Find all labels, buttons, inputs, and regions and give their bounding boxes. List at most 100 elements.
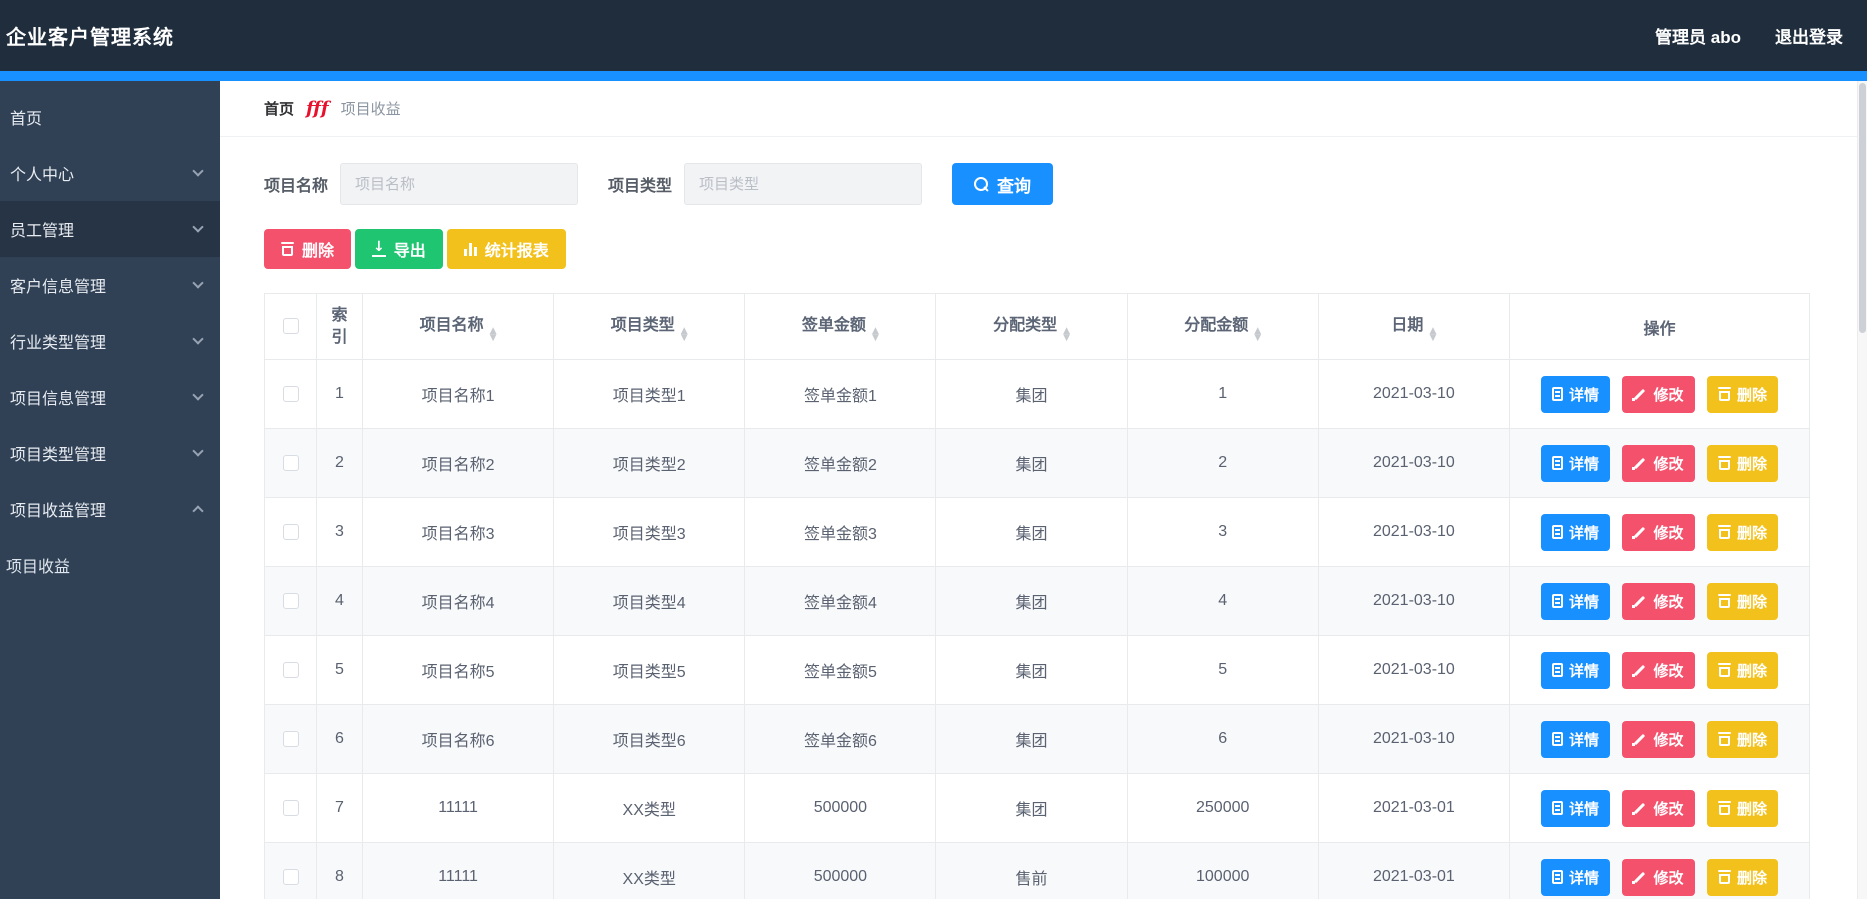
scrollbar-thumb[interactable] (1859, 83, 1866, 333)
column-header[interactable]: 项目名称 (361, 293, 555, 360)
row-delete-button-label: 删除 (1736, 455, 1767, 473)
bulk-delete-button[interactable]: 删除 (264, 229, 352, 269)
cell-sign-amount: 签单金额4 (744, 566, 937, 636)
accent-strip (0, 71, 1867, 81)
row-delete-button-label: 删除 (1736, 386, 1767, 404)
edit-button-label: 修改 (1653, 731, 1684, 749)
column-header-label: 操作 (1643, 320, 1676, 338)
sidebar-item-客户信息管理[interactable]: 客户信息管理 (0, 257, 220, 313)
column-header[interactable]: 分配金额 (1126, 293, 1319, 360)
edit-button[interactable]: 修改 (1622, 858, 1695, 896)
report-button[interactable]: 统计报表 (446, 229, 566, 269)
cell-sign-amount: 500000 (744, 842, 937, 899)
edit-button[interactable]: 修改 (1622, 513, 1695, 551)
cell-project-type: 项目类型2 (553, 428, 746, 498)
column-header[interactable]: 操作 (1509, 293, 1810, 360)
row-checkbox[interactable] (282, 592, 299, 609)
column-header[interactable]: 项目类型 (553, 293, 746, 360)
cell-date: 2021-03-10 (1317, 704, 1511, 774)
cell-project-type: 项目类型1 (553, 359, 746, 429)
project-name-input[interactable] (340, 163, 579, 205)
row-checkbox[interactable] (282, 385, 299, 402)
chevron-down-icon (192, 445, 204, 457)
cell-project-type: 项目类型5 (553, 635, 746, 705)
sort-icon[interactable] (681, 328, 688, 342)
edit-button[interactable]: 修改 (1622, 789, 1695, 827)
detail-button-label: 详情 (1569, 524, 1600, 542)
row-delete-button[interactable]: 删除 (1706, 651, 1778, 689)
cell-project-type: 项目类型4 (553, 566, 746, 636)
sidebar-item-首页[interactable]: 首页 (0, 89, 220, 145)
row-select-cell (264, 773, 317, 843)
column-header-label: 分配类型 (993, 317, 1058, 334)
row-delete-button[interactable]: 删除 (1706, 513, 1778, 551)
row-delete-button-label: 删除 (1736, 800, 1767, 818)
cell-date: 2021-03-10 (1317, 635, 1511, 705)
column-header-label: 项目类型 (610, 317, 675, 334)
project-type-input[interactable] (684, 163, 923, 205)
cell-sign-amount: 签单金额6 (744, 704, 937, 774)
sort-icon[interactable] (490, 328, 497, 342)
sidebar-item-项目收益[interactable]: 项目收益 (0, 537, 220, 593)
select-all-checkbox[interactable] (282, 318, 299, 335)
sidebar-item-行业类型管理[interactable]: 行业类型管理 (0, 313, 220, 369)
detail-button-label: 详情 (1569, 869, 1600, 887)
cell-sign-amount: 签单金额2 (744, 428, 937, 498)
edit-button[interactable]: 修改 (1622, 444, 1695, 482)
sort-icon[interactable] (1063, 328, 1070, 342)
page-scrollbar[interactable] (1857, 81, 1867, 899)
sort-icon[interactable] (1429, 328, 1436, 342)
edit-button[interactable]: 修改 (1622, 651, 1695, 689)
sort-icon[interactable] (1254, 328, 1261, 342)
detail-button[interactable]: 详情 (1541, 651, 1611, 689)
sidebar-item-label: 项目收益 (6, 559, 71, 576)
row-checkbox[interactable] (282, 661, 299, 678)
user-menu[interactable]: 管理员 abo (1655, 23, 1741, 48)
row-checkbox[interactable] (282, 523, 299, 540)
detail-button[interactable]: 详情 (1541, 513, 1611, 551)
detail-button[interactable]: 详情 (1541, 720, 1611, 758)
row-checkbox[interactable] (282, 799, 299, 816)
detail-button[interactable]: 详情 (1541, 789, 1611, 827)
detail-button[interactable]: 详情 (1541, 375, 1611, 413)
sidebar-item-个人中心[interactable]: 个人中心 (0, 145, 220, 201)
breadcrumb-home[interactable]: 首页 (264, 98, 294, 119)
cell-project-name: 项目名称2 (361, 428, 555, 498)
logout-link[interactable]: 退出登录 (1775, 23, 1843, 48)
column-header[interactable]: 索引 (316, 293, 363, 360)
edit-button-label: 修改 (1653, 800, 1684, 818)
sidebar-item-员工管理[interactable]: 员工管理 (0, 201, 220, 257)
sidebar-item-项目类型管理[interactable]: 项目类型管理 (0, 425, 220, 481)
sidebar-item-项目信息管理[interactable]: 项目信息管理 (0, 369, 220, 425)
detail-button[interactable]: 详情 (1541, 582, 1611, 620)
cell-date: 2021-03-01 (1317, 842, 1511, 899)
column-header[interactable]: 日期 (1317, 293, 1511, 360)
row-delete-button[interactable]: 删除 (1706, 375, 1778, 413)
cell-alloc-type: 集团 (935, 635, 1128, 705)
row-checkbox[interactable] (282, 868, 299, 885)
row-delete-button[interactable]: 删除 (1706, 582, 1778, 620)
row-checkbox[interactable] (282, 454, 299, 471)
trash-icon (1717, 594, 1731, 608)
edit-button[interactable]: 修改 (1622, 582, 1695, 620)
sort-icon[interactable] (872, 328, 879, 342)
row-delete-button[interactable]: 删除 (1706, 789, 1778, 827)
edit-button[interactable]: 修改 (1622, 720, 1695, 758)
row-delete-button-label: 删除 (1736, 662, 1767, 680)
column-header[interactable]: 签单金额 (744, 293, 937, 360)
row-delete-button[interactable]: 删除 (1706, 858, 1778, 896)
trash-icon (1717, 870, 1731, 884)
sidebar-item-项目收益管理[interactable]: 项目收益管理 (0, 481, 220, 537)
row-delete-button[interactable]: 删除 (1706, 720, 1778, 758)
detail-button[interactable]: 详情 (1541, 858, 1611, 896)
row-delete-button[interactable]: 删除 (1706, 444, 1778, 482)
report-button-label: 统计报表 (484, 243, 549, 260)
column-header[interactable]: 分配类型 (935, 293, 1128, 360)
query-button[interactable]: 查询 (952, 163, 1054, 205)
edit-button[interactable]: 修改 (1622, 375, 1695, 413)
edit-icon (1632, 663, 1647, 677)
row-checkbox[interactable] (282, 730, 299, 747)
export-button[interactable]: ↓ 导出 (355, 229, 443, 269)
detail-button[interactable]: 详情 (1541, 444, 1611, 482)
cell-project-name: 项目名称5 (361, 635, 555, 705)
